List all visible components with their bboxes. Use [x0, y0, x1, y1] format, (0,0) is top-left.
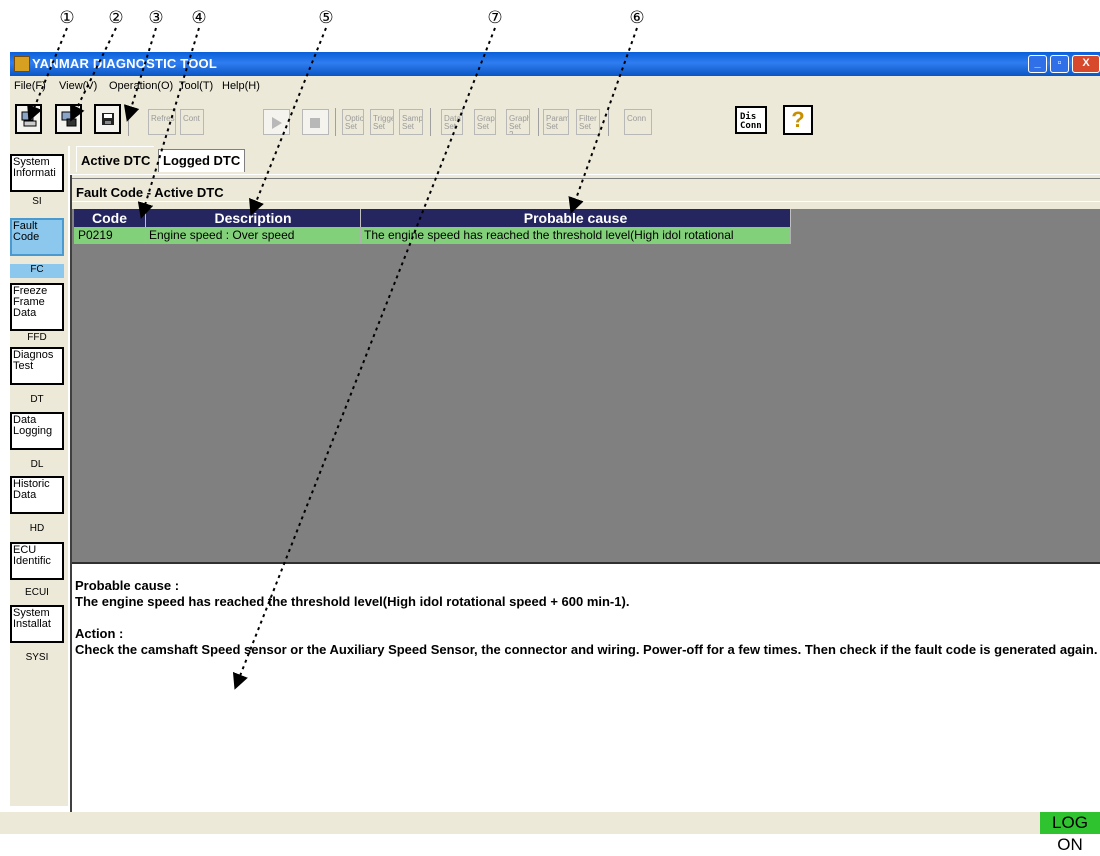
option-set-button[interactable]: Option Set: [342, 109, 364, 135]
sidebar-abbr-dl: DL: [30, 459, 44, 470]
play-icon: [272, 117, 282, 129]
log-on-indicator: LOG ON: [1040, 812, 1100, 854]
conn-button[interactable]: Conn: [624, 109, 652, 135]
action-label: Action :: [75, 626, 124, 641]
table-cell-code[interactable]: P0219: [74, 227, 146, 244]
refresh-button[interactable]: Refresh: [148, 109, 176, 135]
column-header-code[interactable]: Code: [74, 209, 146, 227]
sidebar-item-historic-data[interactable]: Historic Data: [10, 476, 64, 514]
sidebar-item-freeze-frame-data[interactable]: Freeze Frame Data: [10, 283, 64, 331]
callout-5: ⑤: [318, 8, 334, 28]
minimize-button[interactable]: _: [1028, 55, 1047, 73]
close-button[interactable]: X: [1072, 55, 1100, 73]
stop-button[interactable]: [302, 109, 329, 135]
sidebar-item-ecu-identification[interactable]: ECU Identific: [10, 542, 64, 580]
save-button[interactable]: [94, 104, 121, 134]
action-text: Check the camshaft Speed sensor or the A…: [75, 642, 1098, 657]
callout-7: ⑦: [487, 8, 503, 28]
tab-strip: Active DTC Logged DTC: [70, 146, 1100, 174]
sidebar-abbr-hd: HD: [29, 523, 45, 534]
cont-button[interactable]: Cont: [180, 109, 204, 135]
main-panel: Fault Code - Active DTC Code Description…: [70, 175, 1100, 812]
param-set-button[interactable]: Param Set: [543, 109, 569, 135]
sidebar-abbr-fc: FC: [10, 264, 64, 278]
data-set-button[interactable]: Data Set: [441, 109, 463, 135]
menu-bar: File(F) View(V) Operation(O) Tool(T) Hel…: [10, 76, 1100, 96]
sidebar-item-system-information[interactable]: System Informati: [10, 154, 64, 192]
window-title-bar[interactable]: YANMAR DIAGNOSTIC TOOL _ ▫ X: [10, 52, 1100, 76]
callout-1: ①: [59, 8, 75, 28]
menu-view[interactable]: View(V): [59, 80, 97, 92]
sidebar-abbr-si: SI: [32, 196, 42, 207]
graph-set-2-button[interactable]: Graph Set 2: [506, 109, 530, 135]
tab-active-dtc[interactable]: Active DTC: [76, 146, 155, 172]
dtc-table: Code Description Probable cause P0219 En…: [72, 209, 1100, 562]
section-title: Fault Code - Active DTC: [72, 178, 1100, 202]
app-icon: [14, 56, 30, 72]
callout-6: ⑥: [629, 8, 645, 28]
menu-operation[interactable]: Operation(O): [109, 80, 173, 92]
sample-set-button[interactable]: Sample Set: [399, 109, 423, 135]
tab-logged-dtc[interactable]: Logged DTC: [158, 149, 246, 172]
probable-cause-label: Probable cause :: [75, 578, 180, 593]
sidebar-abbr-ffd: FFD: [27, 332, 47, 343]
sidebar-abbr-dt: DT: [30, 394, 44, 405]
disconnect-button[interactable]: Dis Conn: [735, 106, 767, 134]
trigger-set-button[interactable]: Trigger Set: [370, 109, 394, 135]
column-header-probable-cause[interactable]: Probable cause: [361, 209, 791, 227]
stop-icon: [310, 118, 320, 128]
computer-save-icon: [61, 111, 77, 127]
table-cell-probable-cause[interactable]: The engine speed has reached the thresho…: [361, 227, 791, 244]
play-button[interactable]: [263, 109, 290, 135]
sidebar-item-fault-code[interactable]: Fault Code: [10, 218, 64, 256]
sidebar-item-diagnos-test[interactable]: Diagnos Test: [10, 347, 64, 385]
sidebar-abbr-sysi: SYSI: [25, 652, 49, 663]
floppy-disk-icon: [102, 113, 114, 125]
sidebar: System Informati SI Fault Code FC Freeze…: [10, 146, 68, 806]
sidebar-item-system-installation[interactable]: System Installat: [10, 605, 64, 643]
menu-help[interactable]: Help(H): [222, 80, 260, 92]
callout-4: ④: [191, 8, 207, 28]
callout-2: ②: [108, 8, 124, 28]
window-title: YANMAR DIAGNOSTIC TOOL: [32, 56, 217, 71]
column-header-description[interactable]: Description: [146, 209, 361, 227]
callout-3: ③: [148, 8, 164, 28]
menu-tool[interactable]: Tool(T): [179, 80, 213, 92]
help-button[interactable]: ?: [783, 105, 813, 135]
table-cell-description[interactable]: Engine speed : Over speed: [146, 227, 361, 244]
sidebar-abbr-ecui: ECUI: [25, 587, 49, 598]
restore-button[interactable]: ▫: [1050, 55, 1069, 73]
probable-cause-text: The engine speed has reached the thresho…: [75, 594, 630, 609]
graph-set-button[interactable]: Graph Set: [474, 109, 496, 135]
open-file-button[interactable]: [15, 104, 42, 134]
menu-file[interactable]: File(F): [14, 80, 46, 92]
toolbar: Refresh Cont Option Set Trigger Set Samp…: [10, 96, 1100, 146]
sidebar-item-data-logging[interactable]: Data Logging: [10, 412, 64, 450]
filter-set-button[interactable]: Filter Set: [576, 109, 600, 135]
status-bar: LOG ON: [0, 812, 1100, 854]
save-as-button[interactable]: [55, 104, 82, 134]
computer-icon: [21, 111, 37, 127]
detail-panel: Probable cause : The engine speed has re…: [72, 562, 1100, 812]
